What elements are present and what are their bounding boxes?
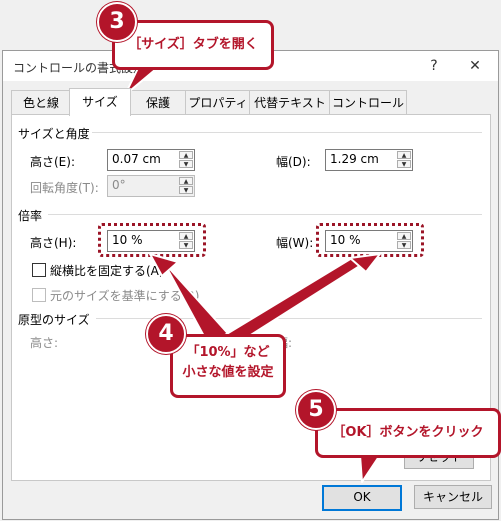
tab-size[interactable]: サイズ bbox=[69, 88, 131, 116]
callout5-pointer bbox=[359, 454, 381, 483]
step3-badge: 3 bbox=[97, 2, 137, 42]
callout-step5: ［OK］ボタンをクリック bbox=[315, 408, 501, 458]
callout-step4-line1: 「10%」など bbox=[186, 345, 270, 360]
callout-step3: ［サイズ］タブを開く bbox=[112, 20, 274, 70]
callout-step3-text: ［サイズ］タブを開く bbox=[128, 37, 258, 52]
callout-step4: 「10%」など 小さな値を設定 bbox=[170, 334, 286, 398]
arrow-to-width bbox=[219, 257, 367, 339]
callout-step5-text: ［OK］ボタンをクリック bbox=[332, 425, 484, 440]
step5-badge: 5 bbox=[296, 390, 336, 430]
step4-badge: 4 bbox=[146, 314, 186, 354]
callout-step4-line2: 小さな値を設定 bbox=[182, 365, 274, 380]
